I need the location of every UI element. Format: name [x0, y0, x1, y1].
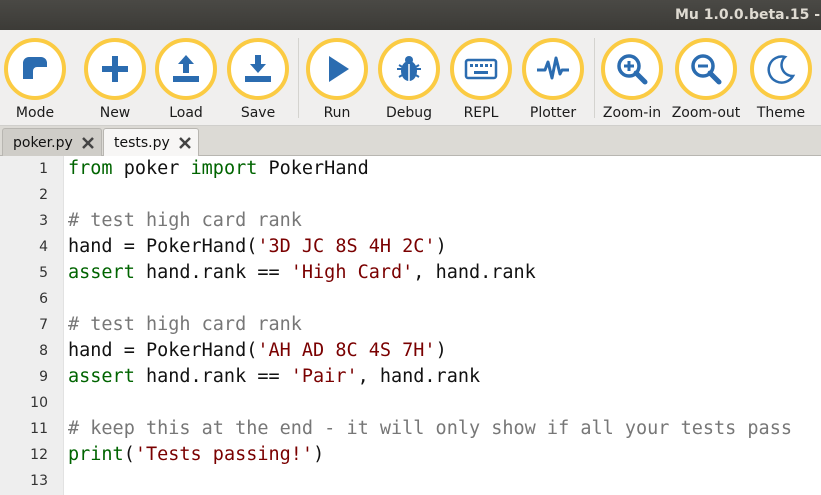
repl-button[interactable]: REPL — [446, 30, 516, 126]
code-token: 'Tests passing!' — [134, 444, 314, 465]
code-line[interactable]: 3 # test high card rank — [0, 208, 821, 234]
save-button[interactable]: Save — [223, 30, 293, 126]
code-text: from poker import PokerHand — [68, 156, 369, 182]
tab-tests-py[interactable]: tests.py — [103, 128, 199, 157]
moon-icon — [767, 55, 796, 84]
code-token: assert — [68, 262, 135, 283]
code-token: PokerHand — [257, 158, 369, 179]
plus-icon — [102, 56, 128, 82]
code-line[interactable]: 8 hand = PokerHand('AH AD 8C 4S 7H') — [0, 338, 821, 364]
code-token: ) — [435, 340, 447, 361]
code-token: '3D JC 8S 4H 2C' — [257, 236, 436, 257]
code-token: ) — [313, 444, 325, 465]
code-token: , hand.rank — [357, 366, 481, 387]
code-line[interactable]: 6 — [0, 286, 821, 312]
code-token: 'Pair' — [290, 366, 358, 387]
line-number: 6 — [39, 291, 48, 307]
code-line[interactable]: 7 # test high card rank — [0, 312, 821, 338]
code-token: 'High Card' — [290, 262, 414, 283]
line-number: 1 — [39, 161, 48, 177]
close-icon[interactable] — [81, 136, 95, 150]
waveform-icon — [537, 56, 569, 80]
code-token: # test high card rank — [68, 210, 302, 231]
tab-poker-py[interactable]: poker.py — [2, 128, 102, 156]
code-token: 'AH AD 8C 4S 7H' — [257, 340, 436, 361]
line-number: 7 — [39, 317, 48, 333]
close-icon[interactable] — [178, 136, 192, 150]
new-button[interactable]: New — [80, 30, 150, 126]
zoom-in-button[interactable]: Zoom-in — [597, 30, 667, 126]
line-number: 5 — [39, 265, 48, 281]
code-token: poker — [112, 158, 191, 179]
debug-button[interactable]: Debug — [374, 30, 444, 126]
code-token: print — [68, 444, 124, 465]
mode-label: Mode — [15, 105, 55, 121]
code-token: hand = PokerHand( — [68, 236, 258, 257]
code-text: print('Tests passing!') — [68, 442, 324, 468]
line-number: 8 — [39, 343, 48, 359]
zoom-in-icon — [617, 54, 648, 85]
code-editor[interactable]: 1 from poker import PokerHand 2 3 # test hig… — [0, 156, 821, 495]
run-button[interactable]: Run — [302, 30, 372, 126]
window-title: Mu 1.0.0.beta.15 - tests.py — [675, 7, 821, 23]
line-number: 4 — [39, 239, 48, 255]
tab-label: tests.py — [114, 135, 170, 151]
line-number: 12 — [30, 447, 48, 463]
code-line[interactable]: 5 assert hand.rank == 'High Card', hand.r… — [0, 260, 821, 286]
code-text: hand = PokerHand('3D JC 8S 4H 2C') — [68, 234, 447, 260]
tab-label: poker.py — [13, 134, 73, 151]
plotter-button[interactable]: Plotter — [518, 30, 588, 126]
code-line[interactable]: 4 hand = PokerHand('3D JC 8S 4H 2C') — [0, 234, 821, 260]
code-line[interactable]: 9 assert hand.rank == 'Pair', hand.rank — [0, 364, 821, 390]
code-token: hand.rank == — [134, 366, 291, 387]
theme-label: Theme — [756, 105, 806, 121]
code-text: # test high card rank — [68, 208, 302, 234]
line-number: 3 — [39, 213, 48, 229]
code-token: # keep this at the end - it will only sh… — [68, 418, 792, 439]
code-token: assert — [68, 366, 135, 387]
mode-icon — [23, 57, 47, 79]
code-text: # test high card rank — [68, 312, 302, 338]
keyboard-icon — [464, 58, 498, 80]
title-bar: Mu 1.0.0.beta.15 - tests.py — [0, 0, 821, 30]
play-icon — [329, 56, 349, 82]
code-line[interactable]: 11 # keep this at the end - it will only … — [0, 416, 821, 442]
line-number: 9 — [39, 369, 48, 385]
code-text: # keep this at the end - it will only sh… — [68, 416, 792, 442]
line-number: 11 — [30, 421, 48, 437]
mode-button[interactable]: Mode — [0, 30, 70, 126]
code-line[interactable]: 1 from poker import PokerHand — [0, 156, 821, 182]
code-line[interactable]: 10 — [0, 390, 821, 416]
code-token: from — [68, 158, 113, 179]
code-text: assert hand.rank == 'Pair', hand.rank — [68, 364, 480, 390]
tab-bar: poker.py tests.py — [0, 126, 821, 157]
code-token: import — [190, 158, 258, 179]
code-line[interactable]: 13 — [0, 468, 821, 494]
toolbar: Mode New Load Save Run Debug REPL Plotte… — [0, 30, 821, 126]
theme-button[interactable]: Theme — [746, 30, 816, 126]
plotter-label: Plotter — [529, 105, 577, 121]
code-token: hand = PokerHand( — [68, 340, 258, 361]
save-label: Save — [240, 105, 276, 121]
code-token: # test high card rank — [68, 314, 302, 335]
code-token: ( — [123, 444, 135, 465]
line-number: 2 — [39, 187, 48, 203]
zoom-out-icon — [691, 54, 722, 85]
code-token: ) — [435, 236, 447, 257]
code-text: hand = PokerHand('AH AD 8C 4S 7H') — [68, 338, 447, 364]
code-line[interactable]: 2 — [0, 182, 821, 208]
line-number: 13 — [30, 473, 48, 489]
code-token: , hand.rank — [413, 262, 536, 283]
code-text: assert hand.rank == 'High Card', hand.ra… — [68, 260, 536, 286]
bug-icon — [397, 56, 421, 81]
code-token: hand.rank == — [134, 262, 291, 283]
code-line[interactable]: 12 print('Tests passing!') — [0, 442, 821, 468]
zoom-out-button[interactable]: Zoom-out — [671, 30, 741, 126]
upload-icon — [173, 55, 199, 82]
download-icon — [245, 55, 271, 82]
line-number: 10 — [30, 395, 48, 411]
load-button[interactable]: Load — [151, 30, 221, 126]
